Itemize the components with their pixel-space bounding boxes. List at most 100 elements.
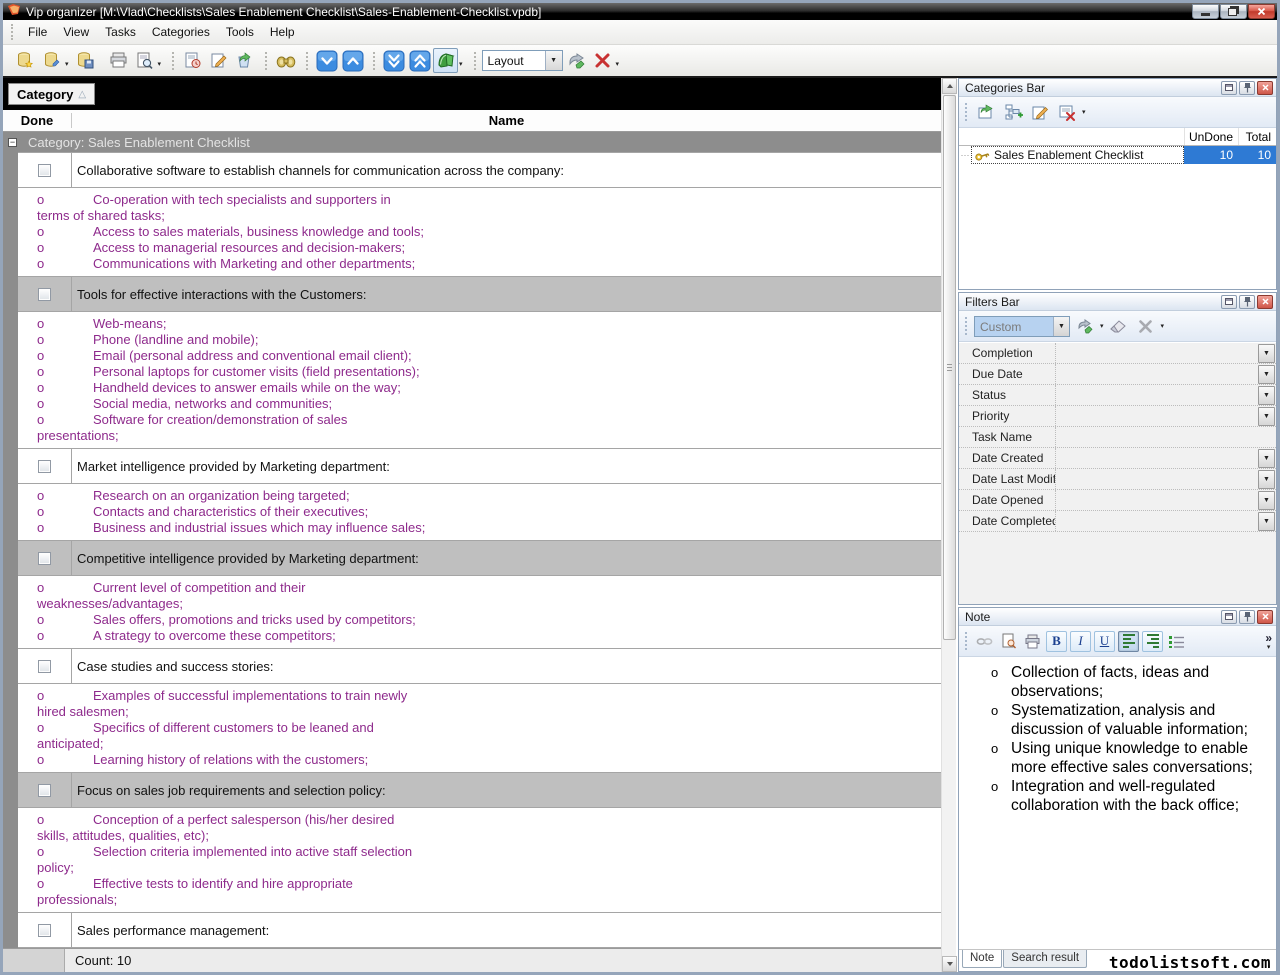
filter-dropdown-button[interactable]: ▼ [1258, 344, 1275, 363]
minimize-button[interactable] [1192, 4, 1219, 19]
apply-layout-button[interactable] [564, 48, 589, 73]
move-task-to-bottom-button[interactable] [381, 48, 406, 73]
clear-filter-button[interactable] [1107, 314, 1131, 338]
panel-restore-button[interactable] [1221, 81, 1237, 95]
save-database-button[interactable] [73, 48, 98, 73]
filter-dropdown-button[interactable]: ▼ [1258, 449, 1275, 468]
categories-toolbar-overflow-icon[interactable]: ▾ [1082, 109, 1086, 116]
toolbar-overflow-icon[interactable]: ▾ [616, 61, 620, 68]
task-checkbox[interactable] [38, 288, 51, 301]
new-database-button[interactable] [13, 48, 38, 73]
filter-dropdown-button[interactable]: ▼ [1258, 365, 1275, 384]
open-database-menu-icon[interactable]: ▾ [65, 61, 69, 68]
note-print-button[interactable] [1022, 631, 1043, 652]
print-button[interactable] [106, 48, 131, 73]
menu-item[interactable]: Tools [219, 22, 261, 42]
save-filter-menu-icon[interactable]: ▾ [1100, 323, 1104, 330]
panel-close-button[interactable] [1257, 81, 1273, 95]
task-row[interactable]: Competitive intelligence provided by Mar… [18, 540, 941, 576]
delete-category-button[interactable] [1055, 100, 1079, 124]
filter-value-field[interactable] [1056, 490, 1258, 510]
delete-task-button[interactable] [232, 48, 257, 73]
collapse-group-icon[interactable]: − [8, 138, 17, 147]
notes-view-menu-icon[interactable]: ▾ [459, 61, 463, 68]
underline-button[interactable]: U [1094, 631, 1115, 652]
save-filter-button[interactable] [1073, 314, 1097, 338]
task-row[interactable]: Tools for effective interactions with th… [18, 276, 941, 312]
filter-value-field[interactable] [1056, 511, 1258, 531]
close-button[interactable] [1248, 4, 1275, 19]
menu-item[interactable]: File [21, 22, 54, 42]
category-row[interactable]: ⋯ Sales Enablement Checklist 10 10 [959, 146, 1276, 164]
insert-link-button[interactable] [974, 631, 995, 652]
delete-layout-button[interactable] [590, 48, 615, 73]
filters-toolbar-overflow-icon[interactable]: ▾ [1161, 323, 1165, 330]
filter-dropdown-button[interactable]: ▼ [1258, 512, 1275, 531]
move-task-to-top-button[interactable] [407, 48, 432, 73]
add-subcategory-button[interactable] [1001, 100, 1025, 124]
column-header-done[interactable]: Done [3, 113, 72, 128]
filter-value-field[interactable] [1056, 469, 1258, 489]
task-checkbox[interactable] [38, 924, 51, 937]
bold-button[interactable]: B [1046, 631, 1067, 652]
find-button[interactable] [273, 48, 298, 73]
column-header-total[interactable]: Total [1238, 128, 1276, 145]
panel-restore-button[interactable] [1221, 295, 1237, 309]
move-task-up-button[interactable] [340, 48, 365, 73]
align-left-button[interactable] [1118, 631, 1139, 652]
panel-pin-button[interactable] [1239, 295, 1255, 309]
filter-dropdown-button[interactable]: ▼ [1258, 407, 1275, 426]
filter-value-field[interactable] [1056, 406, 1258, 426]
move-task-down-button[interactable] [314, 48, 339, 73]
layout-combobox-dropdown[interactable]: ▼ [545, 51, 562, 70]
panel-close-button[interactable] [1257, 295, 1273, 309]
align-right-button[interactable] [1142, 631, 1163, 652]
task-row[interactable]: Focus on sales job requirements and sele… [18, 772, 941, 808]
task-checkbox[interactable] [38, 460, 51, 473]
category-name-cell[interactable]: Sales Enablement Checklist [971, 146, 1184, 164]
task-checkbox[interactable] [38, 784, 51, 797]
filter-dropdown-button[interactable]: ▼ [1258, 470, 1275, 489]
category-sort-button[interactable]: Category △ [8, 83, 95, 105]
task-row[interactable]: Collaborative software to establish chan… [18, 152, 941, 188]
open-database-button[interactable] [39, 48, 64, 73]
filter-value-field[interactable] [1056, 385, 1258, 405]
panel-pin-button[interactable] [1239, 610, 1255, 624]
print-preview-menu-icon[interactable]: ▾ [158, 61, 162, 68]
task-checkbox[interactable] [38, 164, 51, 177]
column-header-name[interactable]: Name [72, 113, 941, 128]
scroll-up-button[interactable] [942, 78, 957, 94]
scrollbar-thumb[interactable] [943, 95, 956, 640]
delete-filter-button[interactable] [1134, 314, 1158, 338]
menu-item[interactable]: Help [263, 22, 302, 42]
add-category-button[interactable] [974, 100, 998, 124]
filter-value-field[interactable] [1056, 343, 1258, 363]
task-checkbox[interactable] [38, 552, 51, 565]
note-tab[interactable]: Note [962, 950, 1002, 968]
edit-task-button[interactable] [206, 48, 231, 73]
filter-value-field[interactable] [1056, 427, 1276, 447]
list-scrollbar[interactable] [941, 78, 956, 972]
restore-button[interactable] [1220, 4, 1247, 19]
print-preview-button[interactable] [132, 48, 157, 73]
filter-dropdown-button[interactable]: ▼ [1258, 386, 1275, 405]
filter-value-field[interactable] [1056, 448, 1258, 468]
bullet-list-button[interactable] [1166, 631, 1187, 652]
column-header-undone[interactable]: UnDone [1184, 128, 1238, 145]
task-row[interactable]: Case studies and success stories: [18, 648, 941, 684]
task-row[interactable]: Market intelligence provided by Marketin… [18, 448, 941, 484]
panel-close-button[interactable] [1257, 610, 1273, 624]
layout-combobox[interactable]: Layout ▼ [482, 50, 563, 71]
note-editor[interactable]: o Collection of facts, ideas and observa… [959, 658, 1276, 949]
italic-button[interactable]: I [1070, 631, 1091, 652]
menu-item[interactable]: View [56, 22, 96, 42]
notes-view-button[interactable] [433, 48, 458, 73]
note-print-preview-button[interactable] [998, 631, 1019, 652]
filter-preset-combobox[interactable]: Custom ▼ [974, 316, 1070, 337]
note-toolbar-overflow[interactable]: » ▾ [1265, 632, 1272, 651]
panel-pin-button[interactable] [1239, 81, 1255, 95]
filter-preset-dropdown[interactable]: ▼ [1053, 317, 1069, 336]
filter-dropdown-button[interactable]: ▼ [1258, 491, 1275, 510]
edit-category-button[interactable] [1028, 100, 1052, 124]
task-row[interactable]: Sales performance management: [18, 912, 941, 948]
